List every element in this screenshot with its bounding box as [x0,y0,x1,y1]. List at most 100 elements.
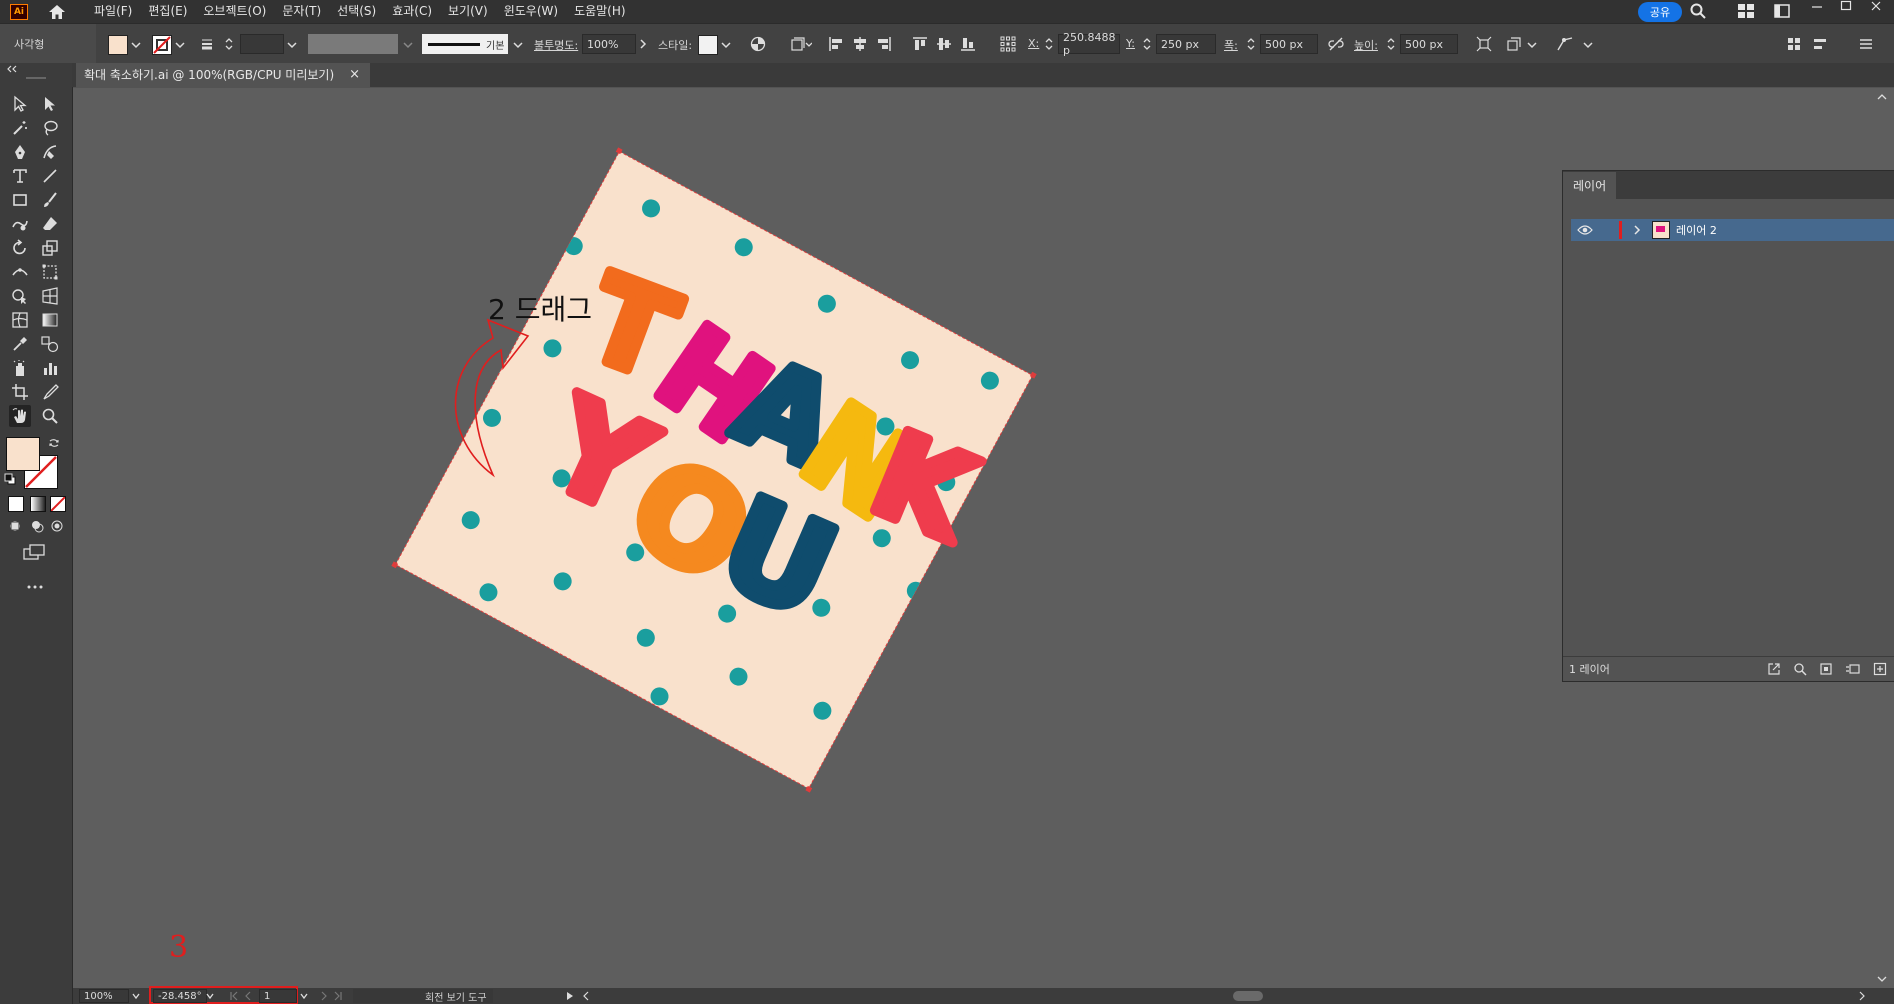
align-panel-icon[interactable] [1812,36,1828,52]
rotate-tool[interactable] [9,237,31,259]
arrange-icon[interactable] [1786,36,1802,52]
draw-inside-icon[interactable] [50,519,64,533]
color-mode-button[interactable] [8,496,24,512]
chevron-down-icon[interactable] [205,991,215,1001]
chevron-down-icon[interactable] [299,991,309,1001]
stepper-icon[interactable] [1246,36,1256,52]
mesh-tool[interactable] [9,309,31,331]
scroll-up-icon[interactable] [1876,92,1888,102]
opacity-input[interactable]: 100% [582,34,636,54]
status-menu-icon[interactable] [565,991,575,1001]
share-button[interactable]: 공유 [1638,2,1682,22]
more-tools-icon[interactable] [26,583,44,591]
line-segment-tool[interactable] [39,165,61,187]
align-vertical-center-icon[interactable] [936,36,952,52]
draw-normal-icon[interactable] [8,519,22,533]
scale-tool[interactable] [39,237,61,259]
menu-item[interactable]: 문자(T) [274,0,329,23]
menu-item[interactable]: 파일(F) [86,0,140,23]
menu-item[interactable]: 도움말(H) [566,0,634,23]
menu-item[interactable]: 오브젝트(O) [195,0,274,23]
menu-item[interactable]: 편집(E) [140,0,195,23]
brush-definition[interactable]: 기본 [422,34,508,54]
curvature-tool[interactable] [39,141,61,163]
column-graph-tool[interactable] [39,357,61,379]
align-bottom-icon[interactable] [960,36,976,52]
y-input[interactable]: 250 px [1156,34,1216,54]
chevron-down-icon[interactable] [720,39,732,51]
workspace-icon[interactable] [1738,4,1754,18]
eye-icon[interactable] [1577,224,1593,236]
stepper-icon[interactable] [1044,36,1054,52]
align-left-icon[interactable] [828,36,844,52]
puppet-warp-icon[interactable] [1556,36,1574,52]
arrange-documents-icon[interactable] [1774,4,1790,18]
maximize-icon[interactable] [1840,0,1852,12]
x-input[interactable]: 250.8488 p [1058,31,1120,57]
magic-wand-tool[interactable] [9,117,31,139]
chevron-down-icon[interactable] [286,39,298,51]
screen-mode-icon[interactable] [22,543,48,561]
rotate-view-tool[interactable] [9,405,31,427]
direct-selection-tool[interactable] [39,93,61,115]
home-icon[interactable] [48,4,66,20]
free-transform-tool[interactable] [39,261,61,283]
toolbar-grip[interactable] [26,77,46,79]
fill-swatch[interactable] [108,35,128,55]
horizontal-scrollbar-thumb[interactable] [1233,991,1263,1001]
chevron-down-icon[interactable] [512,39,524,51]
next-artboard-icon[interactable] [319,991,329,1001]
layer-name[interactable]: 레이어 2 [1676,222,1717,238]
chevron-down-icon[interactable] [1582,39,1594,51]
graphic-style-swatch[interactable] [698,35,718,55]
swap-colors-icon[interactable] [48,437,60,449]
rectangle-tool[interactable] [9,189,31,211]
artboard-tool[interactable] [9,381,31,403]
lasso-tool[interactable] [39,117,61,139]
transform-reference-icon[interactable] [790,36,812,52]
menu-item[interactable]: 선택(S) [329,0,384,23]
export-icon[interactable] [1767,662,1781,676]
chevron-down-icon[interactable] [174,39,186,51]
scroll-left-icon[interactable] [581,991,591,1001]
align-right-icon[interactable] [876,36,892,52]
search-icon[interactable] [1793,662,1807,676]
previous-artboard-icon[interactable] [243,991,253,1001]
zoom-level-input[interactable]: 100% [79,989,129,1003]
new-layer-icon[interactable] [1873,662,1887,676]
align-horizontal-center-icon[interactable] [852,36,868,52]
panel-menu-icon[interactable] [1858,36,1874,52]
chevron-down-icon[interactable] [402,39,414,51]
rotation-angle-input[interactable]: -28.458° [153,989,207,1003]
stroke-swatch[interactable] [152,35,172,55]
layer-row[interactable]: 레이어 2 [1571,219,1894,241]
default-colors-icon[interactable] [4,473,16,485]
paintbrush-tool[interactable] [39,189,61,211]
stepper-icon[interactable] [1142,36,1152,52]
fill-color-box[interactable] [6,437,40,471]
eyedropper-tool[interactable] [9,333,31,355]
shaper-tool[interactable] [9,213,31,235]
slice-tool[interactable] [39,381,61,403]
blend-tool[interactable] [39,333,61,355]
none-mode-button[interactable] [50,496,66,512]
chevron-down-icon[interactable] [130,39,142,51]
stroke-weight-input[interactable] [240,34,284,54]
chevron-down-icon[interactable] [1526,39,1538,51]
align-top-icon[interactable] [912,36,928,52]
recolor-artwork-icon[interactable] [750,36,766,52]
document-tab[interactable]: 확대 축소하기.ai @ 100%(RGB/CPU 미리보기) × [76,63,370,87]
search-icon[interactable] [1690,3,1706,19]
reference-point-icon[interactable] [1000,36,1016,52]
draw-behind-icon[interactable] [30,519,44,533]
variable-width-profile[interactable] [308,34,398,54]
new-sublayer-icon[interactable] [1845,662,1861,676]
gradient-tool[interactable] [39,309,61,331]
menu-item[interactable]: 효과(C) [384,0,440,23]
minimize-icon[interactable] [1811,0,1823,12]
stepper-icon[interactable] [224,36,234,52]
menu-item[interactable]: 보기(V) [440,0,496,23]
transform-icon[interactable] [1476,36,1492,52]
scroll-down-icon[interactable] [1876,974,1888,984]
collapse-panel-icon[interactable] [6,65,18,73]
